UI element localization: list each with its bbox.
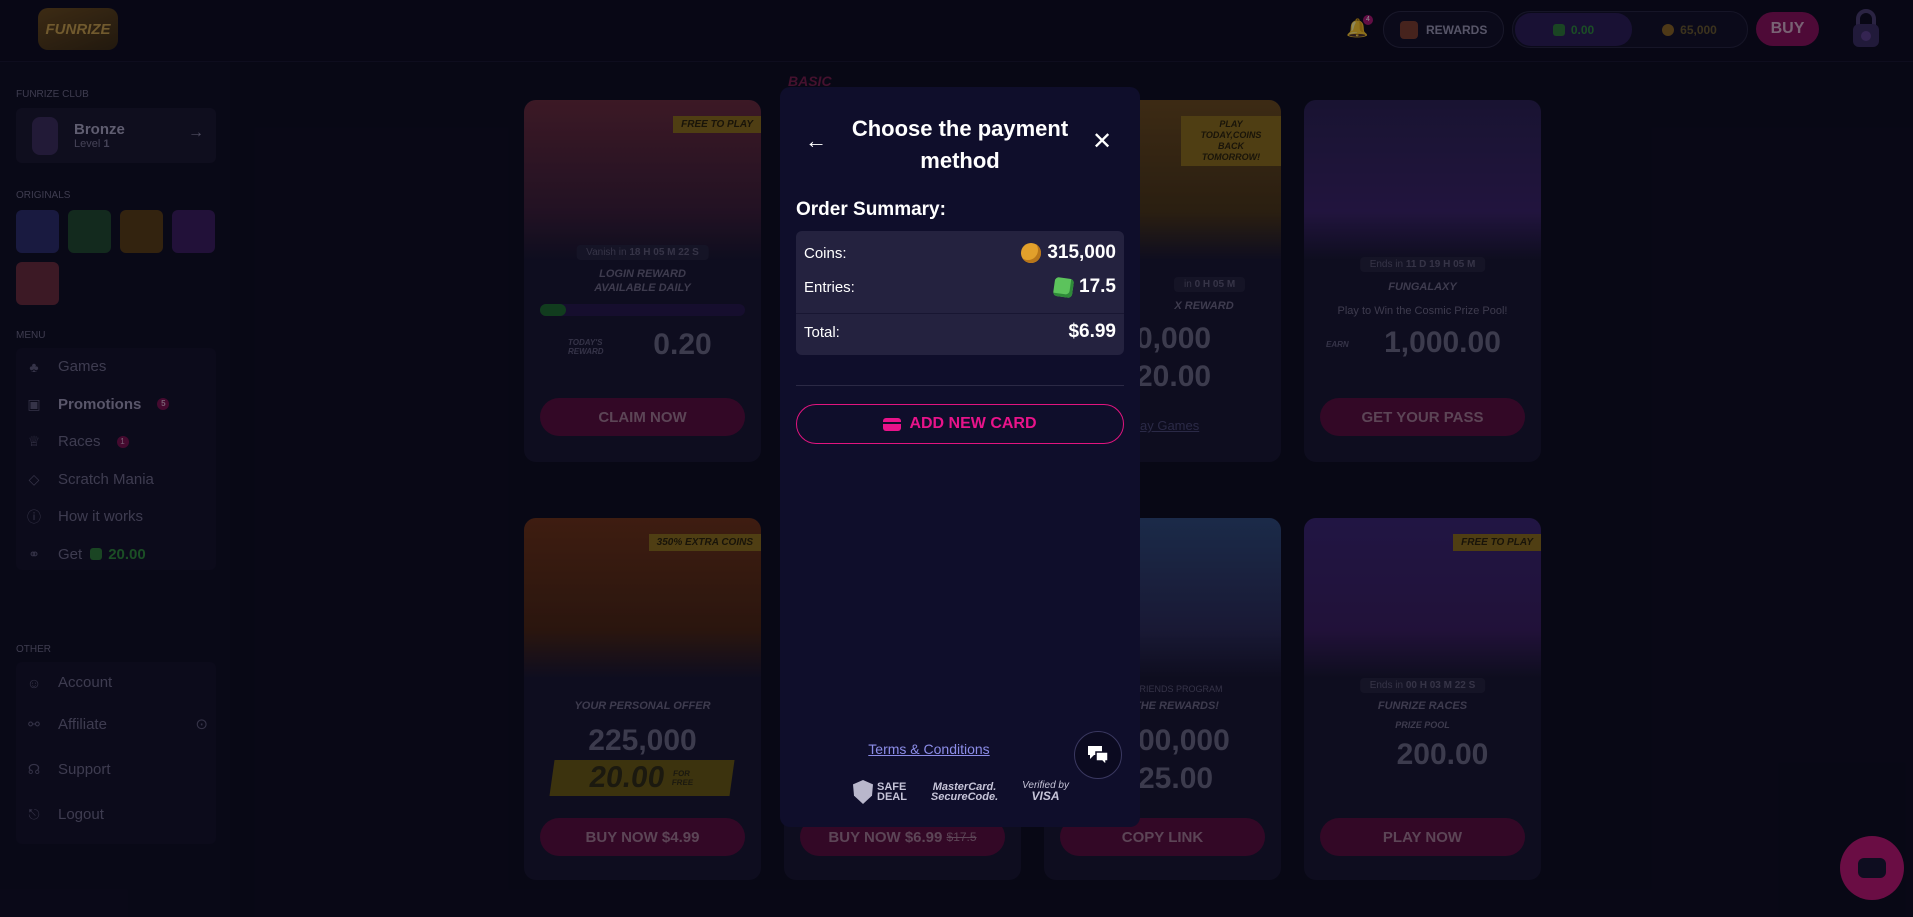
order-summary-title: Order Summary: xyxy=(796,199,946,220)
visa-line2: VISA xyxy=(1031,789,1060,803)
terms-conditions-link[interactable]: Terms & Conditions xyxy=(861,741,997,757)
close-icon[interactable]: ✕ xyxy=(1090,128,1114,155)
total-value: $6.99 xyxy=(1068,321,1116,342)
total-label: Total: xyxy=(804,323,840,341)
coins-value: 315,000 xyxy=(1047,242,1116,263)
entries-gem-icon xyxy=(1052,276,1075,298)
support-chat-bubble-icon[interactable] xyxy=(1840,836,1904,900)
mc-line2: SecureCode. xyxy=(930,791,999,803)
summary-divider xyxy=(796,313,1124,314)
safe-deal-badge: SAFE DEAL xyxy=(853,780,907,804)
coins-row: Coins: 315,000 xyxy=(804,241,1116,265)
credit-card-icon xyxy=(883,417,902,431)
order-summary-box: Coins: 315,000 Entries: 17.5 Total: $6.9… xyxy=(796,231,1124,355)
safe-line2: DEAL xyxy=(877,791,907,803)
entries-label: Entries: xyxy=(804,278,855,296)
back-arrow-icon[interactable]: ← xyxy=(804,128,828,153)
entries-row: Entries: 17.5 xyxy=(804,275,1116,299)
mastercard-securecode-badge: MasterCard. SecureCode. xyxy=(930,782,999,803)
add-new-card-button[interactable]: ADD NEW CARD xyxy=(796,404,1124,444)
add-new-card-label: ADD NEW CARD xyxy=(909,415,1037,432)
coins-icon xyxy=(1021,243,1042,263)
security-badges: SAFE DEAL MasterCard. SecureCode. Verified… xyxy=(853,778,1069,806)
entries-value: 17.5 xyxy=(1079,276,1116,297)
coins-label: Coins: xyxy=(804,244,847,262)
chat-bubbles-icon[interactable] xyxy=(1074,731,1122,779)
total-row: Total: $6.99 xyxy=(804,319,1116,345)
shield-icon xyxy=(853,780,873,804)
modal-divider xyxy=(796,385,1124,386)
verified-by-visa-badge: Verified by VISA xyxy=(1022,781,1069,803)
modal-title: Choose the payment method xyxy=(851,116,1069,173)
payment-method-modal: ← Choose the payment method ✕ Order Summ… xyxy=(780,87,1140,827)
